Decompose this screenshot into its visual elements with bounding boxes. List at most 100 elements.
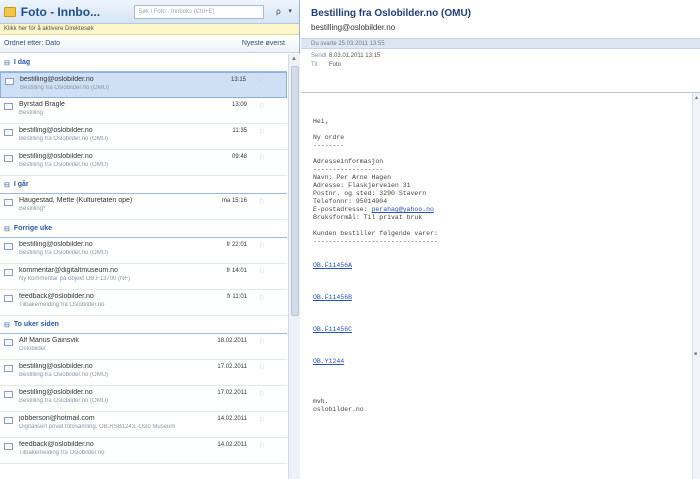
flag-icon[interactable]: ⚐ <box>259 390 265 398</box>
group-label: To uker siden <box>13 321 59 328</box>
body-line <box>313 270 683 278</box>
flag-icon[interactable]: ⚐ <box>259 128 265 136</box>
message-row[interactable]: kommentar@digitaltmuseum.no Ny kommentar … <box>0 264 287 290</box>
flag-icon[interactable]: ⚐ <box>259 364 265 372</box>
message-list-pane: Foto - Innbo... Søk i Foto - Innboks (Ct… <box>0 0 300 479</box>
body-text: oslobilder.no <box>313 406 364 413</box>
message-subject-preview: Bestilling fra Oslobilder.no (OMU) <box>19 136 109 142</box>
scroll-thumb[interactable] <box>291 66 299 316</box>
body-link[interactable]: OB.Y1244 <box>313 358 344 365</box>
message-from: bestilling@oslobilder.no <box>19 153 93 160</box>
envelope-icon <box>4 243 13 250</box>
chevron-down-icon[interactable]: ▾ <box>285 5 295 19</box>
message-subject-preview: Bestilling fra Oslobilder.no (OMU) <box>19 372 109 378</box>
outlook-window: Foto - Innbo... Søk i Foto - Innboks (Ct… <box>0 0 700 479</box>
body-line: Kunden bestiller følgende varer: <box>313 230 683 238</box>
flag-icon[interactable]: ⚐ <box>259 268 265 276</box>
message-row[interactable]: bestilling@oslobilder.no Bestilling fra O… <box>0 238 287 264</box>
flag-icon[interactable]: ⚐ <box>259 416 265 424</box>
message-list-scrollbar[interactable]: ▲ <box>288 54 300 479</box>
message-from: Haugestad, Mette (Kulturetaten ope) <box>19 197 133 204</box>
message-from: jobberson@hotmail.com <box>19 415 95 422</box>
body-line: OB.Y1244 <box>313 358 683 366</box>
body-link[interactable]: OB.F11456B <box>313 294 352 301</box>
message-row[interactable]: feedback@oslobilder.no Tilbakemelding fra… <box>0 290 287 316</box>
message-subject-preview: Tilbakemelding fra Oslobilder.no <box>19 450 105 456</box>
sort-order-button[interactable]: Nyeste øverst <box>219 40 299 47</box>
arrange-header: Ordnet etter: Dato Nyeste øverst <box>0 35 299 53</box>
reading-pane-scrollbar[interactable]: ▲ ■ <box>692 93 700 479</box>
group-label: Forrige uke <box>13 225 52 232</box>
body-line: Navn: Per Arne Hagen <box>313 174 683 182</box>
envelope-icon <box>4 269 13 276</box>
message-row[interactable]: feedback@oslobilder.no Tilbakemelding fra… <box>0 438 287 464</box>
collapse-icon[interactable]: ⊟ <box>4 225 10 233</box>
body-line: OB.F11456C <box>313 326 683 334</box>
reply-infobar[interactable]: Du svarte 25.03.2011 13:55 <box>301 38 700 49</box>
message-row[interactable]: jobberson@hotmail.com Digitalisert privat… <box>0 412 287 438</box>
arrange-by-button[interactable]: Ordnet etter: Dato <box>0 40 64 47</box>
flag-icon[interactable]: ⚐ <box>259 338 265 346</box>
group-header[interactable]: ⊟ Forrige uke <box>0 220 287 238</box>
body-link[interactable]: perahag@yahoo.no <box>372 206 434 213</box>
body-line: Telefonnr: 95014004 <box>313 198 683 206</box>
message-subject-preview: Bestilling fra Oslobilder.no (OMU) <box>20 85 110 91</box>
message-row[interactable]: bestilling@oslobilder.no Bestilling fra O… <box>0 150 287 176</box>
envelope-icon <box>4 339 13 346</box>
collapse-icon[interactable]: ⊟ <box>4 181 10 189</box>
flag-icon[interactable]: ⚐ <box>259 198 265 206</box>
body-link[interactable]: OB.F11456A <box>313 262 352 269</box>
body-line: Adresse: Flaskjerveien 31 <box>313 182 683 190</box>
body-line <box>313 278 683 286</box>
scroll-up-icon[interactable]: ▲ <box>694 95 699 101</box>
message-from: bestilling@oslobilder.no <box>19 127 93 134</box>
group-header[interactable]: ⊟ I går <box>0 176 287 194</box>
message-row[interactable]: Byrstad Bragle Bestilling 13:09 ⚐ <box>0 98 287 124</box>
group-header[interactable]: ⊟ To uker siden <box>0 316 287 334</box>
body-line: Hei, <box>313 118 683 126</box>
message-row[interactable]: Alf Marius Gainsvik Oslobilder 18.02.2011 ⚐ <box>0 334 287 360</box>
message-time: fr 22:01 <box>226 242 247 248</box>
message-subject-preview: Oslobilder <box>19 346 47 352</box>
body-text: Hei, <box>313 118 329 125</box>
flag-icon[interactable]: ⚐ <box>259 102 265 110</box>
message-subject-preview: Bestilling fra Oslobilder.no (OMU) <box>19 398 109 404</box>
body-line <box>313 374 683 382</box>
message-row[interactable]: bestilling@oslobilder.no Bestilling fra O… <box>0 72 287 98</box>
scroll-up-icon[interactable]: ▲ <box>291 56 297 62</box>
body-text: E-postadresse: <box>313 206 372 213</box>
body-line <box>313 222 683 230</box>
collapse-icon[interactable]: ⊟ <box>4 59 10 67</box>
message-row[interactable]: Haugestad, Mette (Kulturetaten ope) Besti… <box>0 194 287 220</box>
folder-title: Foto - Innbo... <box>20 4 101 19</box>
envelope-icon <box>5 78 14 85</box>
message-sender[interactable]: bestilling@oslobilder.no <box>301 19 700 32</box>
body-line: oslobilder.no <box>313 406 683 414</box>
flag-icon[interactable]: ⚐ <box>259 242 265 250</box>
flag-icon[interactable]: ⚐ <box>258 77 264 85</box>
group-header[interactable]: ⊟ I dag <box>0 54 287 72</box>
message-time: 13:15 <box>230 77 246 83</box>
body-line <box>313 342 683 350</box>
search-input[interactable]: Søk i Foto - Innboks (Ctrl+E) <box>134 4 264 19</box>
meta-sent: Sendt 8.03.01.2011 13:15 <box>311 52 381 59</box>
body-link[interactable]: OB.F11456C <box>313 326 352 333</box>
body-line <box>313 246 683 254</box>
collapse-icon[interactable]: ⊟ <box>4 321 10 329</box>
flag-icon[interactable]: ⚐ <box>259 442 265 450</box>
group-label: I dag <box>13 59 31 66</box>
body-line <box>313 310 683 318</box>
message-meta: Sendt 8.03.01.2011 13:15 Til Foto <box>301 49 700 69</box>
body-line: Bruksformål: Til privat bruk <box>313 214 683 222</box>
message-row[interactable]: bestilling@oslobilder.no Bestilling fra O… <box>0 360 287 386</box>
message-row[interactable]: bestilling@oslobilder.no Bestilling fra O… <box>0 386 287 412</box>
body-line <box>313 286 683 294</box>
body-line: -------- <box>313 142 683 150</box>
instant-search-infobar[interactable]: Klikk her for å aktivere Direktesøk <box>0 24 299 35</box>
message-row[interactable]: bestilling@oslobilder.no Bestilling fra O… <box>0 124 287 150</box>
flag-icon[interactable]: ⚐ <box>259 154 265 162</box>
flag-icon[interactable]: ⚐ <box>259 294 265 302</box>
message-from: bestilling@oslobilder.no <box>19 363 93 370</box>
message-time: fr 11:01 <box>227 294 247 300</box>
search-icon[interactable]: ρ <box>272 5 286 19</box>
